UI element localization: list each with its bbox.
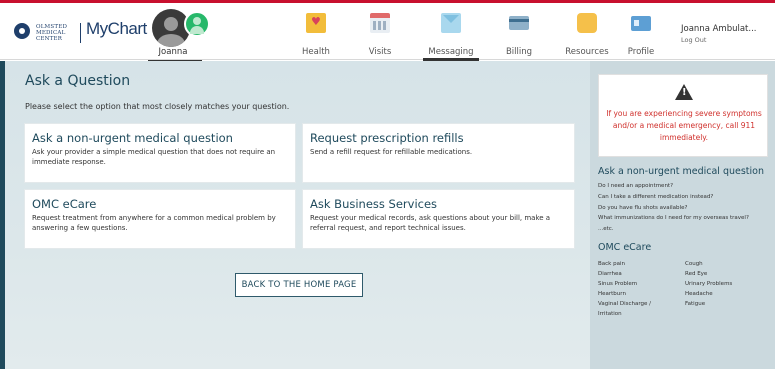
- card-description: Send a refill request for refillable med…: [310, 148, 473, 156]
- credit-card-icon: [509, 16, 529, 30]
- ecare-link[interactable]: Heartburn: [598, 291, 626, 297]
- mychart-logo[interactable]: MyChart: [86, 19, 147, 39]
- nav-label: Profile: [627, 47, 655, 57]
- ecare-link[interactable]: Irritation: [598, 311, 622, 317]
- back-to-home-button[interactable]: BACK TO THE HOME PAGE: [235, 273, 363, 297]
- card-omc-ecare[interactable]: OMC eCare Request treatment from anywher…: [24, 189, 296, 249]
- card-title: Ask Business Services: [310, 197, 438, 211]
- health-icon: [306, 13, 326, 33]
- nav-health[interactable]: Health: [285, 7, 347, 61]
- sidebar-link[interactable]: What immunizations do I need for my over…: [598, 215, 749, 221]
- ecare-link[interactable]: Fatigue: [685, 301, 705, 307]
- omc-logo-icon[interactable]: [14, 23, 30, 39]
- card-description: Request your medical records, ask questi…: [310, 214, 551, 232]
- nav-label: Resources: [565, 47, 609, 57]
- ecare-link[interactable]: Sinus Problem: [598, 281, 637, 287]
- ecare-link[interactable]: Diarrhea: [598, 271, 622, 277]
- main-content: Ask a Question Please select the option …: [5, 61, 590, 369]
- nav-billing[interactable]: Billing: [488, 7, 550, 61]
- nav-resources[interactable]: Resources: [556, 7, 618, 61]
- sidebar: If you are experiencing severe symptoms …: [590, 61, 775, 369]
- nav-label: Billing: [505, 47, 533, 57]
- ecare-link[interactable]: Headache: [685, 291, 713, 297]
- page-title: Ask a Question: [25, 73, 131, 89]
- proxy-user-icon[interactable]: [184, 11, 210, 37]
- sidebar-heading-nonurgent[interactable]: Ask a non-urgent medical question: [598, 166, 764, 177]
- sidebar-link[interactable]: ...etc.: [598, 226, 614, 232]
- nav-label: Visits: [368, 47, 392, 57]
- lightbulb-icon: [577, 13, 597, 33]
- sidebar-link[interactable]: Do I need an appointment?: [598, 183, 673, 189]
- logout-link[interactable]: Log Out: [681, 36, 706, 44]
- calendar-icon: [370, 13, 390, 33]
- card-title: OMC eCare: [32, 197, 97, 211]
- nav-profile[interactable]: Profile: [610, 7, 672, 61]
- nav-label: Messaging: [428, 47, 474, 57]
- alert-text: If you are experiencing severe symptoms …: [606, 109, 762, 142]
- warning-icon: [675, 84, 693, 100]
- sidebar-link[interactable]: Do you have flu shots available?: [598, 205, 687, 211]
- card-business-services[interactable]: Ask Business Services Request your medic…: [302, 189, 575, 249]
- logo-divider: [80, 23, 81, 43]
- ecare-link[interactable]: Back pain: [598, 261, 625, 267]
- nav-visits[interactable]: Visits: [349, 7, 411, 61]
- page-subtitle: Please select the option that most close…: [25, 102, 290, 111]
- sidebar-heading-ecare[interactable]: OMC eCare: [598, 242, 651, 253]
- logo-text[interactable]: OLMSTED MEDICAL CENTER: [36, 24, 70, 42]
- ecare-link[interactable]: Red Eye: [685, 271, 707, 277]
- card-description: Ask your provider a simple medical quest…: [32, 148, 276, 166]
- envelope-icon: [441, 13, 461, 33]
- ecare-link[interactable]: Vaginal Discharge /: [598, 301, 651, 307]
- ecare-link[interactable]: Cough: [685, 261, 703, 267]
- card-title: Request prescription refills: [310, 131, 464, 145]
- user-tab-label[interactable]: Joanna: [150, 47, 196, 57]
- header: OLMSTED MEDICAL CENTER MyChart Joanna He…: [0, 3, 775, 62]
- card-title: Ask a non-urgent medical question: [32, 131, 233, 145]
- account-name[interactable]: Joanna Ambulat...: [681, 24, 757, 34]
- emergency-alert: If you are experiencing severe symptoms …: [598, 74, 768, 157]
- nav-label: Health: [302, 47, 330, 57]
- card-description: Request treatment from anywhere for a co…: [32, 214, 276, 232]
- card-prescription-refills[interactable]: Request prescription refills Send a refi…: [302, 123, 575, 183]
- id-card-icon: [631, 16, 651, 31]
- nav-messaging[interactable]: Messaging: [420, 7, 482, 61]
- ecare-link[interactable]: Urinary Problems: [685, 281, 732, 287]
- card-nonurgent-question[interactable]: Ask a non-urgent medical question Ask yo…: [24, 123, 296, 183]
- sidebar-link[interactable]: Can I take a different medication instea…: [598, 194, 713, 200]
